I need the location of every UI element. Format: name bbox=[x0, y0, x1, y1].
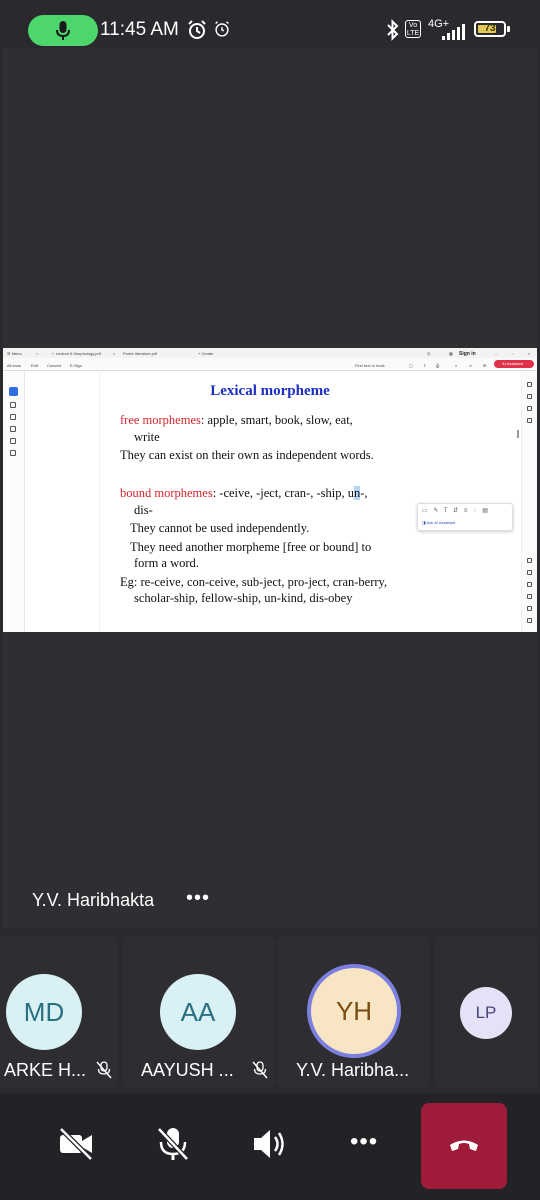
presenter-more-icon[interactable]: ••• bbox=[186, 887, 210, 910]
mic-icon bbox=[56, 21, 70, 40]
free-morphemes-line: free morphemes: apple, smart, book, slow… bbox=[120, 413, 353, 428]
end-call-button[interactable] bbox=[421, 1103, 507, 1189]
ai-assistant-button[interactable]: AI Assistant bbox=[494, 360, 534, 368]
avatar: AA bbox=[160, 974, 236, 1050]
apps-icon[interactable]: ▦ bbox=[449, 351, 453, 356]
find-text-box[interactable]: Find text or tools bbox=[355, 363, 385, 368]
shared-pdf-viewer: ☰ Menu ⌂ ☆ Lecture 6 Morphology.pdf × Po… bbox=[3, 348, 537, 632]
pdf-right-rail bbox=[521, 372, 537, 632]
pen-tool-icon[interactable] bbox=[10, 414, 16, 420]
examples-line-2: scholar-ship, fellow-ship, un-kind, dis-… bbox=[134, 591, 353, 605]
hang-up-icon bbox=[450, 1140, 478, 1151]
pdf-thumbnail-panel bbox=[25, 372, 100, 632]
page-down-icon[interactable] bbox=[527, 582, 532, 587]
share-icon[interactable] bbox=[527, 406, 532, 411]
draw-tool-icon[interactable] bbox=[10, 426, 16, 432]
mic-muted-icon bbox=[96, 1061, 112, 1079]
more-options-icon[interactable]: ••• bbox=[350, 1128, 378, 1156]
ask-ai-assistant-link[interactable]: ◨ Ask AI Assistant bbox=[422, 520, 455, 525]
annotation-tools-icons[interactable]: ▭ ✎ T ⇵ ≡ ◌ ▤ bbox=[422, 507, 490, 514]
minimize-icon[interactable]: – bbox=[495, 351, 497, 356]
avatar-speaking: YH bbox=[307, 964, 401, 1058]
save-icon[interactable]: ▢ bbox=[409, 363, 413, 368]
bound-morphemes-tail: -, bbox=[360, 486, 368, 500]
free-morphemes-desc: They can exist on their own as independe… bbox=[120, 448, 374, 462]
volte-icon: Vo LTE bbox=[405, 20, 421, 38]
pdf-scrollbar[interactable] bbox=[517, 430, 519, 438]
edit-button[interactable]: Edit bbox=[31, 363, 38, 368]
pdf-tab-active[interactable]: ☆ Lecture 6 Morphology.pdf bbox=[51, 351, 101, 356]
battery-icon: 73 bbox=[474, 21, 506, 37]
battery-tip bbox=[507, 26, 510, 32]
search-icon[interactable]: ⌕ bbox=[455, 363, 457, 368]
avatar: LP bbox=[460, 987, 512, 1039]
page-up-icon[interactable] bbox=[527, 570, 532, 575]
link-icon[interactable]: ∞ bbox=[469, 363, 472, 368]
participant-name-yh: Y.V. Haribha... bbox=[296, 1060, 410, 1080]
avatar: MD bbox=[6, 974, 82, 1050]
pdf-tab-second[interactable]: Porter literature.pdf bbox=[123, 351, 157, 356]
participant-name-md: ARKE H... bbox=[4, 1060, 87, 1080]
examples-line-1: Eg: re-ceive, con-ceive, sub-ject, pro-j… bbox=[120, 575, 388, 589]
pdf-tab-create[interactable]: + Create bbox=[198, 351, 213, 356]
convert-button[interactable]: Convert bbox=[47, 363, 61, 368]
window-close-icon[interactable]: × bbox=[528, 351, 530, 356]
alarm-icon bbox=[188, 20, 206, 39]
avatar-initials: LP bbox=[475, 1003, 497, 1022]
help-icon[interactable]: ◎ bbox=[427, 351, 431, 356]
free-morphemes-cont: write bbox=[134, 430, 160, 444]
document-heading: Lexical morpheme bbox=[210, 383, 330, 399]
zoom-in-icon[interactable] bbox=[527, 606, 532, 611]
sign-in-link[interactable]: Sign in bbox=[459, 351, 476, 357]
home-icon[interactable]: ⌂ bbox=[36, 351, 38, 356]
selection-floating-toolbar: ▭ ✎ T ⇵ ≡ ◌ ▤ ◨ Ask AI Assistant bbox=[417, 503, 513, 531]
bound-morphemes-desc2b: form a word. bbox=[134, 556, 199, 570]
pdf-left-tool-rail bbox=[3, 372, 25, 632]
presenter-name: Y.V. Haribhakta bbox=[32, 890, 155, 910]
alarm-outline-icon bbox=[215, 21, 229, 37]
all-tools-button[interactable]: All tools bbox=[7, 363, 21, 368]
participant-tile-lp[interactable]: LP bbox=[434, 936, 538, 1088]
text-tool-icon[interactable] bbox=[10, 438, 16, 444]
avatar-initials: MD bbox=[23, 996, 65, 1027]
mic-off-icon[interactable] bbox=[155, 1126, 191, 1162]
mail-icon[interactable]: ✉ bbox=[483, 363, 486, 368]
free-morphemes-examples: : apple, smart, book, slow, eat, bbox=[200, 413, 353, 427]
avatar-initials: AA bbox=[180, 996, 216, 1027]
zoom-out-icon[interactable] bbox=[527, 618, 532, 623]
page-fit-icon[interactable] bbox=[527, 558, 532, 563]
free-morphemes-term: free morphemes bbox=[120, 413, 201, 427]
bound-morphemes-line: bound morphemes: -ceive, -ject, cran-, -… bbox=[120, 486, 368, 501]
battery-percent: 73 bbox=[484, 23, 496, 34]
maximize-icon[interactable]: ▫ bbox=[512, 351, 513, 356]
participant-name-aa: AAYUSH ... bbox=[141, 1060, 234, 1080]
clock-time: 11:45 AM bbox=[100, 19, 179, 40]
ask-ai-label: Ask AI Assistant bbox=[426, 520, 456, 525]
camera-off-icon[interactable] bbox=[58, 1126, 94, 1162]
bound-morphemes-desc2a: They need another morpheme [free or boun… bbox=[130, 540, 372, 554]
speaker-icon[interactable] bbox=[251, 1126, 287, 1162]
upload-icon[interactable]: ⇧ bbox=[423, 363, 426, 368]
signal-icon bbox=[442, 24, 465, 40]
bound-morphemes-examples: : -ceive, -ject, cran-, -ship, bbox=[212, 486, 348, 500]
bound-morphemes-cont: dis- bbox=[134, 503, 153, 517]
rotate-icon[interactable] bbox=[527, 594, 532, 599]
pdf-menu-button[interactable]: ☰ Menu bbox=[7, 351, 22, 356]
bookmark-icon[interactable] bbox=[527, 418, 532, 423]
bluetooth-icon bbox=[387, 19, 399, 41]
bound-morphemes-term: bound morphemes bbox=[120, 486, 213, 500]
bound-morphemes-desc1: They cannot be used independently. bbox=[130, 521, 310, 535]
pdf-tab-bar: ☰ Menu ⌂ ☆ Lecture 6 Morphology.pdf × Po… bbox=[3, 348, 537, 358]
print-icon[interactable]: ⎙ bbox=[436, 363, 439, 368]
zoom-tool-icon[interactable] bbox=[10, 402, 16, 408]
active-mic-indicator[interactable] bbox=[28, 15, 98, 46]
avatar-initials: YH bbox=[335, 995, 373, 1026]
tab-close-icon[interactable]: × bbox=[113, 351, 115, 356]
esign-button[interactable]: E-Sign bbox=[70, 363, 82, 368]
stamp-tool-icon[interactable] bbox=[10, 450, 16, 456]
mic-muted-icon bbox=[252, 1061, 268, 1079]
pdf-toolbar: All tools Edit Convert E-Sign Find text … bbox=[3, 358, 537, 371]
